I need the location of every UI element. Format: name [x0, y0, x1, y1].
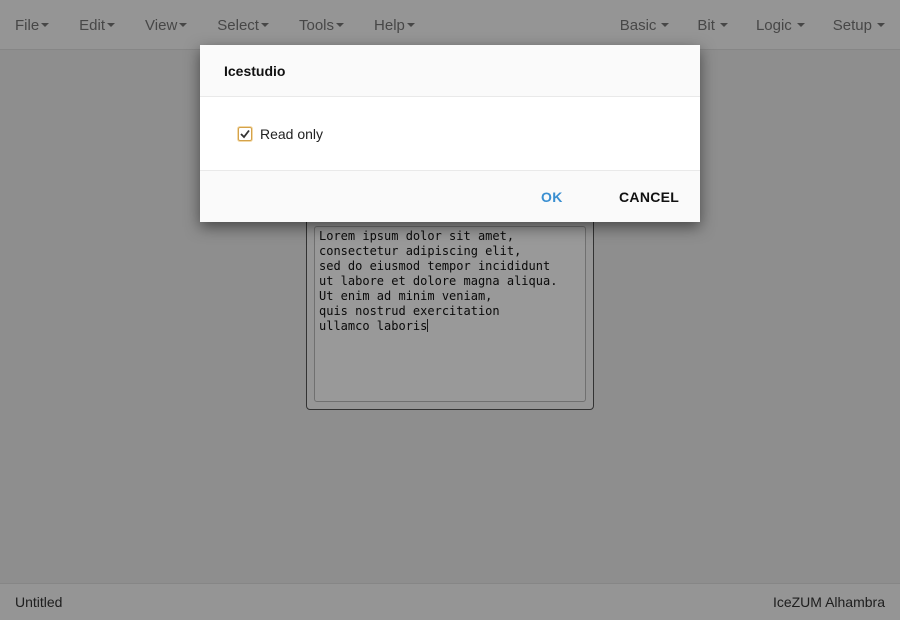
cancel-button[interactable]: CANCEL — [619, 171, 679, 223]
checkmark-icon — [240, 129, 250, 138]
icestudio-app: File Edit View Select Tools Help Basic B… — [0, 0, 900, 620]
dialog-footer: OK CANCEL — [200, 170, 700, 222]
read-only-checkbox[interactable] — [238, 126, 252, 141]
ok-button[interactable]: OK — [541, 171, 563, 223]
dialog-title: Icestudio — [200, 45, 700, 97]
read-only-label[interactable]: Read only — [260, 126, 323, 142]
dialog-body: Read only — [200, 97, 700, 170]
properties-dialog: Icestudio Read only OK CANCEL — [200, 45, 700, 222]
